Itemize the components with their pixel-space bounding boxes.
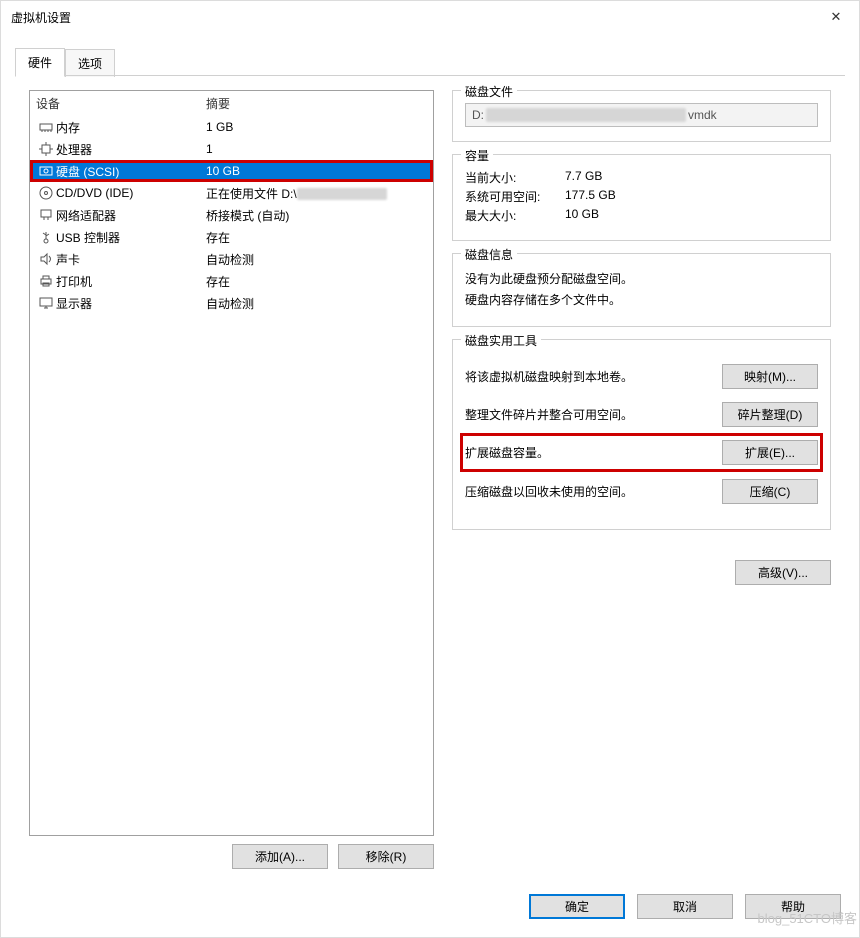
disk-file-group: 磁盘文件 D: vmdk	[452, 90, 831, 142]
device-name: CD/DVD (IDE)	[56, 186, 206, 200]
device-row-usb[interactable]: USB 控制器 存在	[30, 226, 433, 248]
device-row-display[interactable]: 显示器 自动检测	[30, 292, 433, 314]
current-size-value: 7.7 GB	[565, 169, 602, 186]
tab-hardware[interactable]: 硬件	[15, 48, 65, 77]
hard-disk-icon	[36, 164, 56, 178]
disk-info-line2: 硬盘内容存储在多个文件中。	[465, 291, 818, 308]
disc-icon	[36, 186, 56, 200]
device-row-cddvd[interactable]: CD/DVD (IDE) 正在使用文件 D:\	[30, 182, 433, 204]
tab-options-label: 选项	[78, 57, 102, 71]
device-row-printer[interactable]: 打印机 存在	[30, 270, 433, 292]
device-name: 内存	[56, 119, 206, 136]
disk-info-line1: 没有为此硬盘预分配磁盘空间。	[465, 270, 818, 287]
util-row-compact: 压缩磁盘以回收未使用的空间。 压缩(C)	[465, 477, 818, 505]
device-row-memory[interactable]: 内存 1 GB	[30, 116, 433, 138]
dialog-button-bar-wrap: 确定 取消 帮助 blog_51CTO博客	[1, 880, 859, 937]
util-row-defrag: 整理文件碎片并整合可用空间。 碎片整理(D)	[465, 400, 818, 428]
device-name: 打印机	[56, 273, 206, 290]
col-summary: 摘要	[206, 95, 427, 112]
device-summary: 自动检测	[206, 295, 427, 312]
free-space-value: 177.5 GB	[565, 188, 616, 205]
current-size-label: 当前大小:	[465, 169, 565, 186]
tab-hardware-label: 硬件	[28, 56, 52, 70]
device-summary-text: 正在使用文件 D:\	[206, 187, 297, 201]
speaker-icon	[36, 252, 56, 266]
vm-settings-window: 虚拟机设置 ✕ 硬件 选项 设备 摘要	[0, 0, 860, 938]
device-row-processor[interactable]: 处理器 1	[30, 138, 433, 160]
cpu-icon	[36, 142, 56, 156]
window-title: 虚拟机设置	[11, 9, 813, 26]
disk-file-title: 磁盘文件	[461, 83, 517, 100]
device-row-sound[interactable]: 声卡 自动检测	[30, 248, 433, 270]
printer-icon	[36, 274, 56, 288]
disk-info-group: 磁盘信息 没有为此硬盘预分配磁盘空间。 硬盘内容存储在多个文件中。	[452, 253, 831, 327]
device-row-hard-disk[interactable]: 硬盘 (SCSI) 10 GB	[30, 160, 433, 182]
ok-button[interactable]: 确定	[529, 894, 625, 919]
device-summary: 自动检测	[206, 251, 427, 268]
device-buttons-row: 添加(A)... 移除(R)	[29, 836, 434, 873]
map-button[interactable]: 映射(M)...	[722, 364, 818, 389]
util-row-map: 将该虚拟机磁盘映射到本地卷。 映射(M)...	[465, 362, 818, 390]
util-map-desc: 将该虚拟机磁盘映射到本地卷。	[465, 368, 710, 385]
device-name: 处理器	[56, 141, 206, 158]
disk-utilities-group: 磁盘实用工具 将该虚拟机磁盘映射到本地卷。 映射(M)... 整理文件碎片并整合…	[452, 339, 831, 530]
device-summary: 10 GB	[206, 164, 427, 178]
tab-options[interactable]: 选项	[65, 49, 115, 77]
cancel-button[interactable]: 取消	[637, 894, 733, 919]
disk-utilities-title: 磁盘实用工具	[461, 332, 541, 349]
expand-button[interactable]: 扩展(E)...	[722, 440, 818, 465]
device-list: 设备 摘要 内存 1 GB 处理器 1	[29, 90, 434, 836]
memory-icon	[36, 120, 56, 134]
device-row-network[interactable]: 网络适配器 桥接模式 (自动)	[30, 204, 433, 226]
compact-button[interactable]: 压缩(C)	[722, 479, 818, 504]
remove-device-button[interactable]: 移除(R)	[338, 844, 434, 869]
tab-strip: 硬件 选项	[1, 33, 859, 76]
util-expand-desc: 扩展磁盘容量。	[465, 444, 710, 461]
device-summary: 正在使用文件 D:\	[206, 185, 427, 202]
device-summary: 存在	[206, 273, 427, 290]
device-summary: 桥接模式 (自动)	[206, 207, 427, 224]
monitor-icon	[36, 296, 56, 310]
content-area: 设备 摘要 内存 1 GB 处理器 1	[15, 75, 845, 879]
add-device-button[interactable]: 添加(A)...	[232, 844, 328, 869]
device-name: 硬盘 (SCSI)	[56, 163, 206, 180]
hardware-left-panel: 设备 摘要 内存 1 GB 处理器 1	[29, 90, 434, 873]
disk-file-prefix: D:	[472, 108, 484, 122]
disk-info-title: 磁盘信息	[461, 246, 517, 263]
free-space-label: 系统可用空间:	[465, 188, 565, 205]
util-defrag-desc: 整理文件碎片并整合可用空间。	[465, 406, 710, 423]
close-icon: ✕	[831, 9, 842, 25]
help-button[interactable]: 帮助	[745, 894, 841, 919]
device-summary: 存在	[206, 229, 427, 246]
device-list-header: 设备 摘要	[30, 91, 433, 116]
device-name: USB 控制器	[56, 229, 206, 246]
usb-icon	[36, 230, 56, 244]
disk-file-suffix: vmdk	[688, 108, 717, 122]
col-device: 设备	[36, 95, 206, 112]
redacted-disk-path	[486, 108, 686, 122]
disk-file-field[interactable]: D: vmdk	[465, 103, 818, 127]
util-row-expand: 扩展磁盘容量。 扩展(E)...	[465, 438, 818, 467]
device-summary: 1 GB	[206, 120, 427, 134]
titlebar: 虚拟机设置 ✕	[1, 1, 859, 33]
device-summary: 1	[206, 142, 427, 156]
dialog-button-bar: 确定 取消 帮助	[1, 880, 859, 937]
device-name: 网络适配器	[56, 207, 206, 224]
max-size-value: 10 GB	[565, 207, 599, 224]
defrag-button[interactable]: 碎片整理(D)	[722, 402, 818, 427]
hardware-right-panel: 磁盘文件 D: vmdk 容量 当前大小: 7.7 GB 系统可用空间: 177…	[452, 90, 831, 873]
advanced-row: 高级(V)...	[452, 560, 831, 585]
util-compact-desc: 压缩磁盘以回收未使用的空间。	[465, 483, 710, 500]
capacity-title: 容量	[461, 147, 493, 164]
advanced-button[interactable]: 高级(V)...	[735, 560, 831, 585]
redacted-path	[297, 188, 387, 200]
close-button[interactable]: ✕	[813, 1, 859, 33]
device-name: 声卡	[56, 251, 206, 268]
device-name: 显示器	[56, 295, 206, 312]
capacity-group: 容量 当前大小: 7.7 GB 系统可用空间: 177.5 GB 最大大小: 1…	[452, 154, 831, 241]
max-size-label: 最大大小:	[465, 207, 565, 224]
network-icon	[36, 208, 56, 222]
